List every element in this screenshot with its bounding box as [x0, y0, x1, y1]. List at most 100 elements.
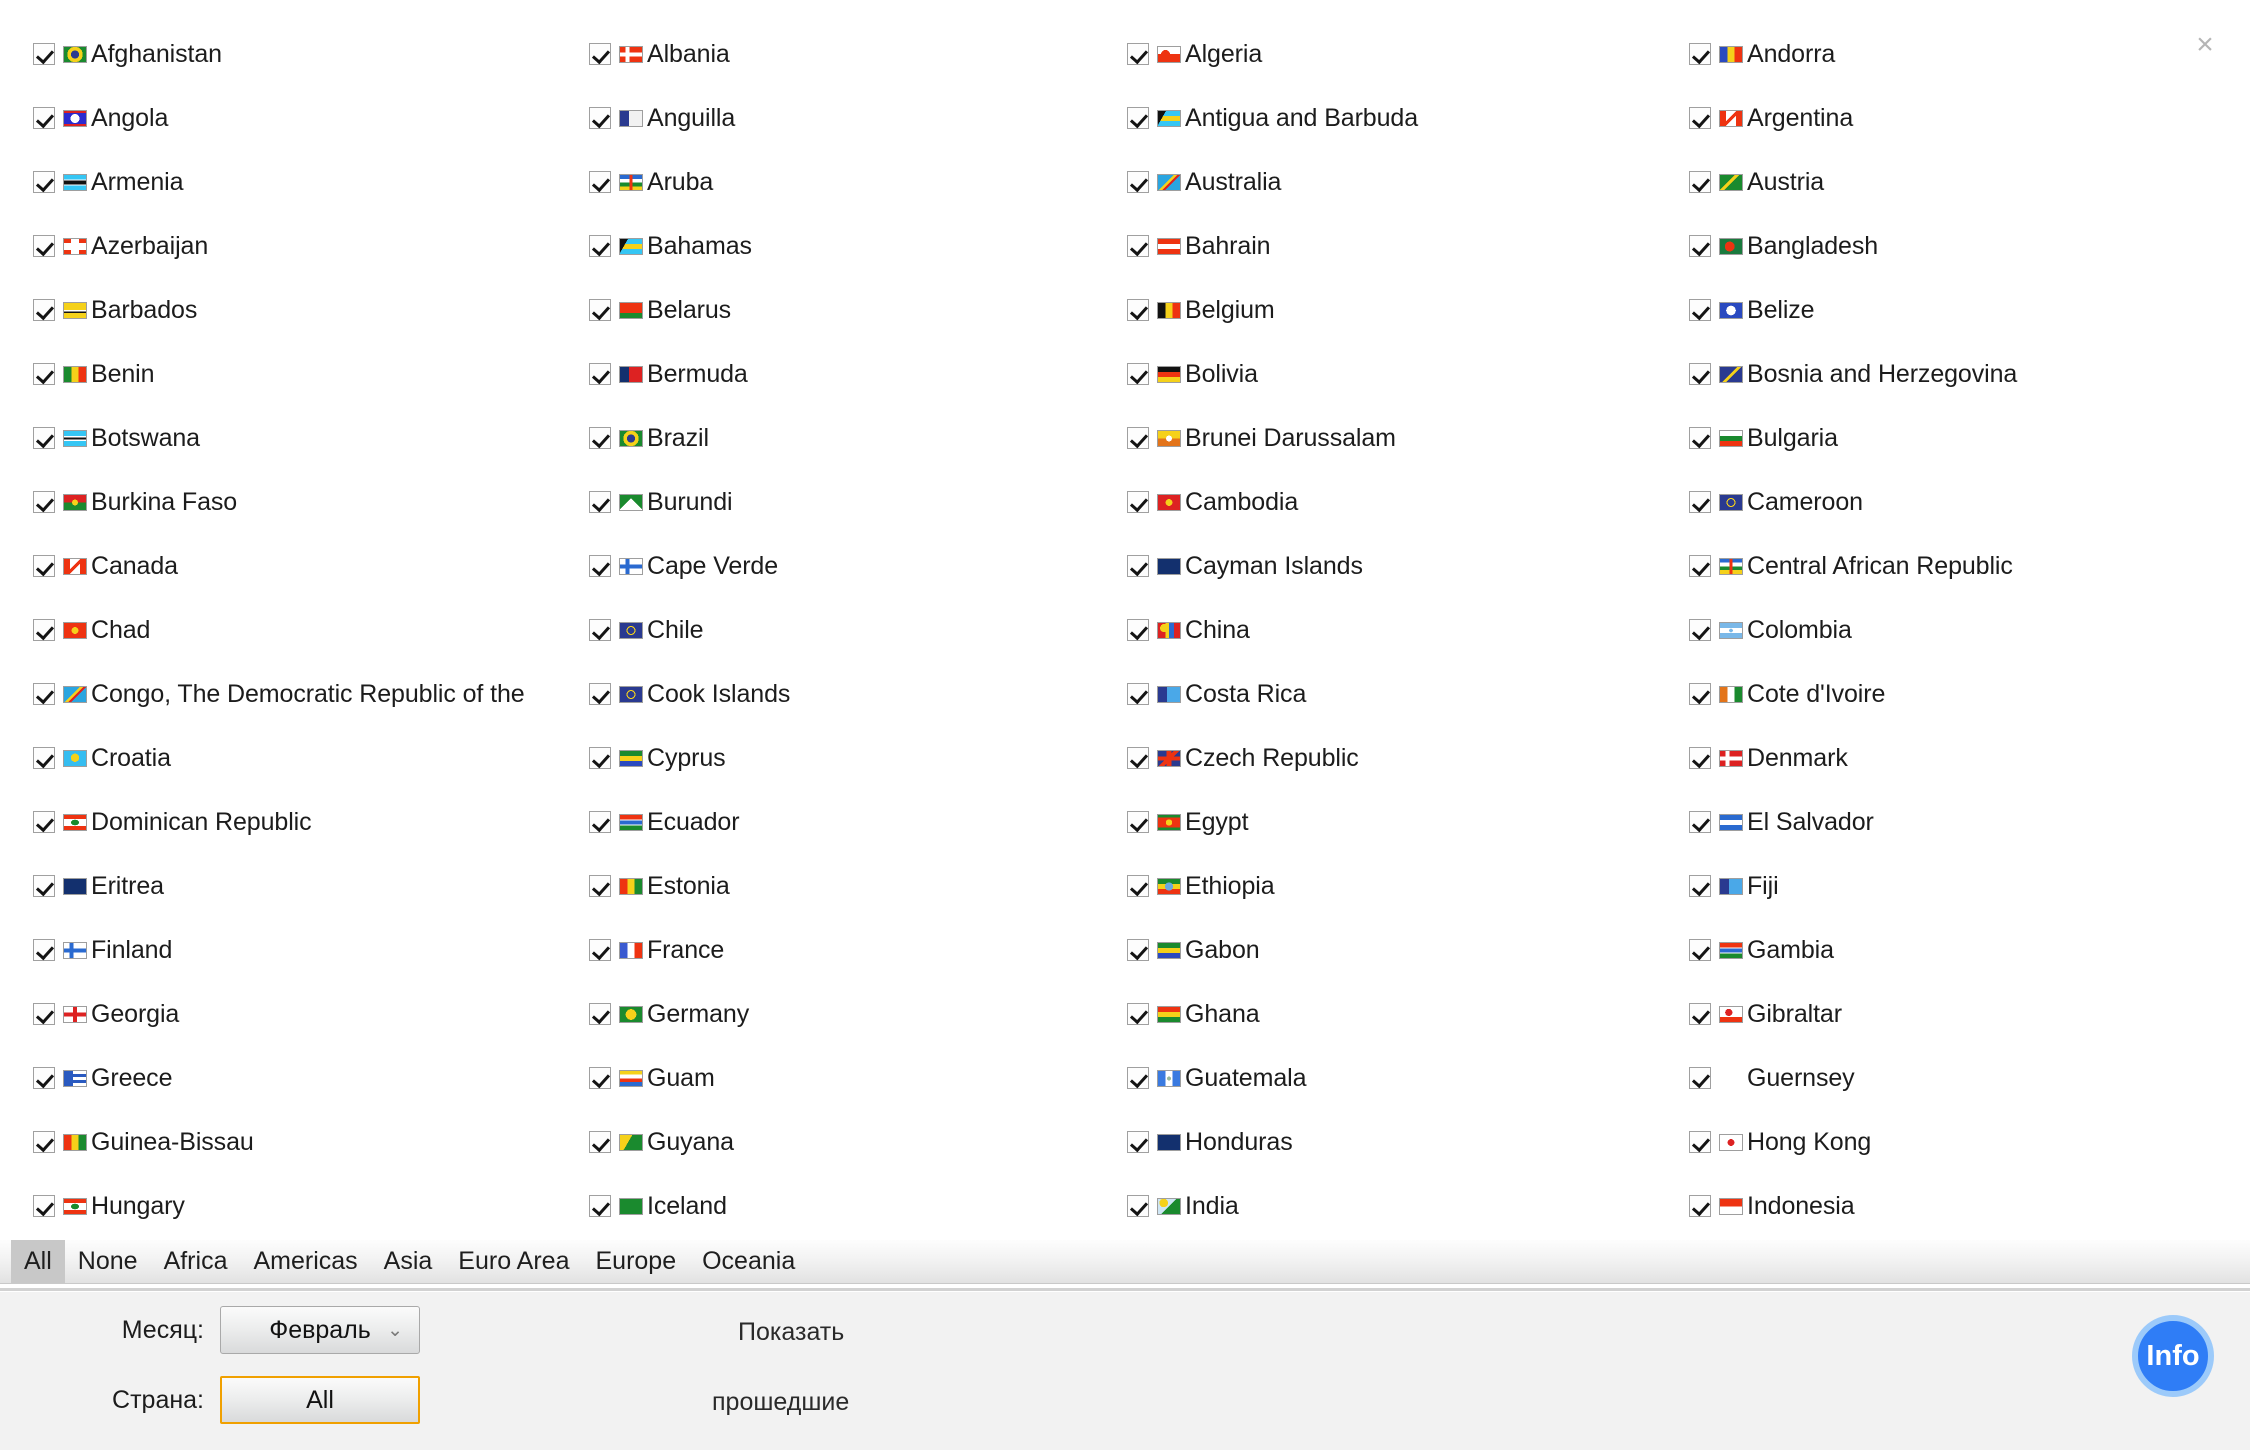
country-row[interactable]: Azerbaijan [33, 214, 560, 278]
country-checkbox[interactable] [1127, 619, 1149, 641]
country-checkbox[interactable] [1127, 875, 1149, 897]
country-row[interactable]: Argentina [1689, 86, 2250, 150]
country-row[interactable]: Brazil [589, 406, 1115, 470]
country-checkbox[interactable] [33, 683, 55, 705]
country-select[interactable]: All [220, 1376, 420, 1424]
country-row[interactable]: Greece [33, 1046, 560, 1110]
country-checkbox[interactable] [33, 363, 55, 385]
country-checkbox[interactable] [589, 619, 611, 641]
country-checkbox[interactable] [589, 939, 611, 961]
country-checkbox[interactable] [33, 43, 55, 65]
country-checkbox[interactable] [589, 171, 611, 193]
country-checkbox[interactable] [589, 875, 611, 897]
country-row[interactable]: Central African Republic [1689, 534, 2250, 598]
country-row[interactable]: India [1127, 1174, 1675, 1238]
country-row[interactable]: Cyprus [589, 726, 1115, 790]
country-row[interactable]: Cook Islands [589, 662, 1115, 726]
country-row[interactable]: Guinea-Bissau [33, 1110, 560, 1174]
country-row[interactable]: Bulgaria [1689, 406, 2250, 470]
country-row[interactable]: Honduras [1127, 1110, 1675, 1174]
country-checkbox[interactable] [1689, 1067, 1711, 1089]
country-row[interactable]: Bahamas [589, 214, 1115, 278]
country-checkbox[interactable] [1689, 683, 1711, 705]
country-row[interactable]: Guatemala [1127, 1046, 1675, 1110]
country-row[interactable]: Guyana [589, 1110, 1115, 1174]
country-row[interactable]: Australia [1127, 150, 1675, 214]
country-checkbox[interactable] [1689, 1131, 1711, 1153]
country-checkbox[interactable] [589, 811, 611, 833]
country-checkbox[interactable] [33, 555, 55, 577]
country-row[interactable]: Burkina Faso [33, 470, 560, 534]
country-row[interactable]: Afghanistan [33, 22, 560, 86]
country-row[interactable]: France [589, 918, 1115, 982]
country-row[interactable]: Hong Kong [1689, 1110, 2250, 1174]
country-checkbox[interactable] [33, 875, 55, 897]
country-checkbox[interactable] [33, 1131, 55, 1153]
country-checkbox[interactable] [1689, 299, 1711, 321]
country-checkbox[interactable] [589, 1003, 611, 1025]
country-checkbox[interactable] [1689, 1003, 1711, 1025]
country-checkbox[interactable] [589, 1195, 611, 1217]
country-checkbox[interactable] [1127, 107, 1149, 129]
country-checkbox[interactable] [1127, 43, 1149, 65]
country-checkbox[interactable] [1127, 811, 1149, 833]
country-row[interactable]: Chile [589, 598, 1115, 662]
country-checkbox[interactable] [33, 1003, 55, 1025]
country-row[interactable]: Cayman Islands [1127, 534, 1675, 598]
country-row[interactable]: Iceland [589, 1174, 1115, 1238]
country-checkbox[interactable] [1127, 683, 1149, 705]
country-checkbox[interactable] [589, 1131, 611, 1153]
country-row[interactable]: Canada [33, 534, 560, 598]
country-checkbox[interactable] [1689, 875, 1711, 897]
country-row[interactable]: Guam [589, 1046, 1115, 1110]
country-row[interactable]: Colombia [1689, 598, 2250, 662]
country-row[interactable]: Fiji [1689, 854, 2250, 918]
country-checkbox[interactable] [33, 1195, 55, 1217]
country-row[interactable]: Austria [1689, 150, 2250, 214]
country-checkbox[interactable] [1127, 747, 1149, 769]
country-checkbox[interactable] [1689, 1195, 1711, 1217]
country-checkbox[interactable] [1689, 619, 1711, 641]
country-checkbox[interactable] [1689, 427, 1711, 449]
country-checkbox[interactable] [1127, 1195, 1149, 1217]
country-checkbox[interactable] [33, 235, 55, 257]
country-checkbox[interactable] [1689, 811, 1711, 833]
country-row[interactable]: Barbados [33, 278, 560, 342]
country-row[interactable]: Bolivia [1127, 342, 1675, 406]
country-row[interactable]: Indonesia [1689, 1174, 2250, 1238]
country-row[interactable]: Angola [33, 86, 560, 150]
country-checkbox[interactable] [1127, 1067, 1149, 1089]
country-checkbox[interactable] [33, 107, 55, 129]
country-row[interactable]: Algeria [1127, 22, 1675, 86]
country-checkbox[interactable] [1689, 939, 1711, 961]
country-row[interactable]: Gabon [1127, 918, 1675, 982]
country-row[interactable]: Croatia [33, 726, 560, 790]
country-row[interactable]: Costa Rica [1127, 662, 1675, 726]
country-checkbox[interactable] [1689, 747, 1711, 769]
country-checkbox[interactable] [1127, 171, 1149, 193]
country-row[interactable]: Belarus [589, 278, 1115, 342]
region-tab-oceania[interactable]: Oceania [689, 1240, 808, 1283]
country-checkbox[interactable] [1127, 939, 1149, 961]
country-checkbox[interactable] [1127, 491, 1149, 513]
country-checkbox[interactable] [1689, 171, 1711, 193]
country-checkbox[interactable] [33, 427, 55, 449]
country-row[interactable]: Armenia [33, 150, 560, 214]
country-row[interactable]: Hungary [33, 1174, 560, 1238]
country-checkbox[interactable] [33, 747, 55, 769]
country-checkbox[interactable] [589, 299, 611, 321]
country-checkbox[interactable] [1127, 427, 1149, 449]
close-icon[interactable]: × [2188, 28, 2222, 62]
country-checkbox[interactable] [1689, 107, 1711, 129]
country-checkbox[interactable] [1127, 235, 1149, 257]
country-checkbox[interactable] [1127, 363, 1149, 385]
country-checkbox[interactable] [589, 747, 611, 769]
country-checkbox[interactable] [1689, 43, 1711, 65]
country-row[interactable]: Ecuador [589, 790, 1115, 854]
country-row[interactable]: Burundi [589, 470, 1115, 534]
month-select[interactable]: Февраль ⌄ [220, 1306, 420, 1354]
country-row[interactable]: Aruba [589, 150, 1115, 214]
country-row[interactable]: Anguilla [589, 86, 1115, 150]
info-button[interactable]: Info [2132, 1315, 2214, 1397]
country-checkbox[interactable] [589, 107, 611, 129]
